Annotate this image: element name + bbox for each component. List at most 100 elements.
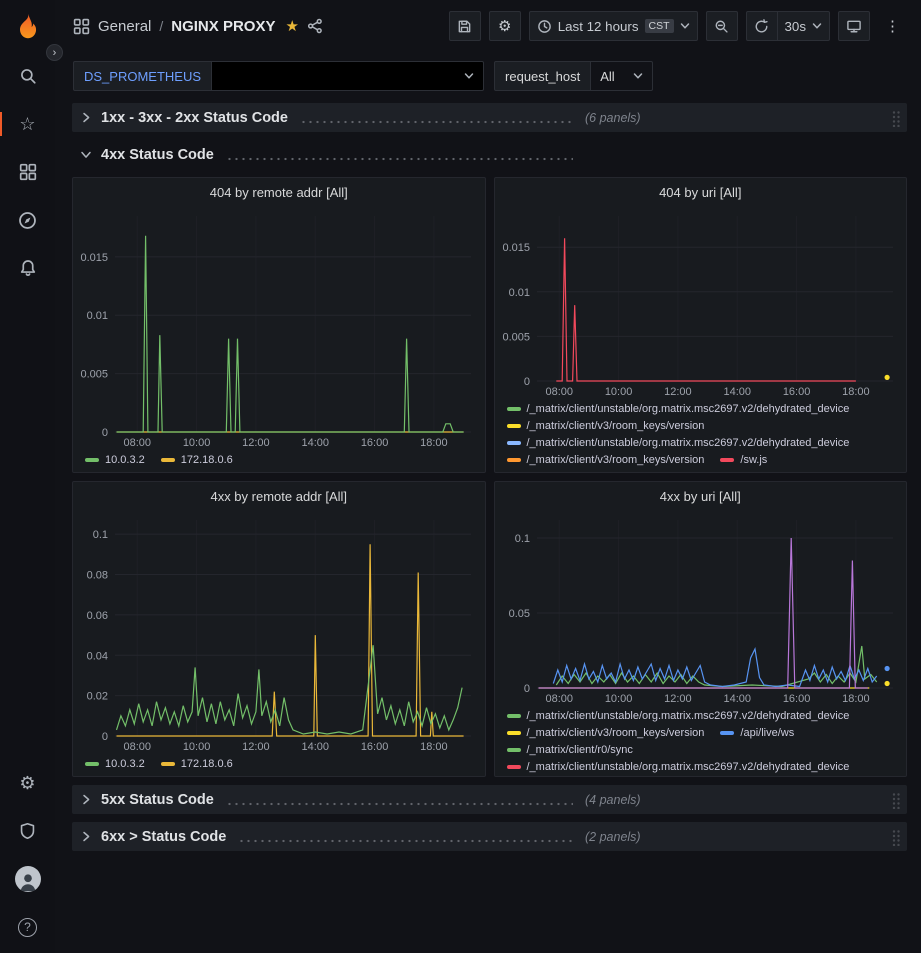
timeseries-chart[interactable]: 08:0010:0012:0014:0016:0018:0000.0050.01… — [495, 206, 907, 401]
row-5xx[interactable]: 5xx Status Code (4 panels) — [72, 785, 907, 814]
legend-item[interactable]: /_matrix/client/unstable/org.matrix.msc2… — [507, 437, 850, 449]
legend-item[interactable]: /_matrix/client/unstable/org.matrix.msc2… — [507, 403, 850, 415]
favorite-star-icon[interactable]: ★ — [285, 17, 298, 35]
row-4xx[interactable]: 4xx Status Code — [72, 140, 907, 169]
series-color-swatch — [507, 765, 521, 769]
variable-ds-dropdown[interactable] — [212, 61, 484, 91]
series-color-swatch — [507, 424, 521, 428]
svg-text:12:00: 12:00 — [664, 386, 692, 398]
grafana-logo-icon[interactable] — [0, 0, 55, 52]
series-label: /_matrix/client/unstable/org.matrix.msc2… — [527, 710, 850, 722]
series-color-swatch — [507, 441, 521, 445]
legend-item[interactable]: /_matrix/client/v3/room_keys/version — [507, 420, 705, 432]
sidebar-expand-chevron-icon[interactable]: › — [46, 44, 63, 61]
breadcrumb-separator: / — [159, 18, 163, 34]
top-toolbar: General / NGINX PROXY ★ ⚙ — [55, 0, 921, 52]
svg-text:0: 0 — [102, 427, 108, 439]
svg-text:18:00: 18:00 — [842, 693, 870, 705]
main-area: General / NGINX PROXY ★ ⚙ — [55, 0, 921, 953]
legend-item[interactable]: 10.0.3.2 — [85, 454, 145, 466]
row-panel-count: (4 panels) — [585, 793, 641, 807]
timeseries-chart[interactable]: 08:0010:0012:0014:0016:0018:0000.020.040… — [73, 510, 485, 756]
refresh-button[interactable] — [746, 11, 778, 41]
refresh-interval-dropdown[interactable]: 30s — [778, 11, 831, 41]
series-label: /api/live/ws — [740, 727, 794, 739]
svg-text:14:00: 14:00 — [301, 437, 329, 449]
legend-item[interactable]: /sw.js — [720, 454, 767, 466]
panel-title[interactable]: 4xx by remote addr [All] — [73, 482, 485, 510]
panel-title[interactable]: 4xx by uri [All] — [495, 482, 907, 510]
legend-item[interactable]: /_matrix/client/unstable/org.matrix.msc2… — [507, 761, 850, 773]
chart-legend: 10.0.3.2 172.18.0.6 — [73, 756, 485, 776]
series-label: 10.0.3.2 — [105, 758, 145, 770]
panel-title[interactable]: 404 by remote addr [All] — [73, 178, 485, 206]
legend-item[interactable]: /_matrix/client/v3/room_keys/version — [507, 454, 705, 466]
variable-request-host: request_host All — [494, 61, 653, 91]
server-admin-gear-icon[interactable]: ⚙ — [0, 759, 55, 807]
gear-icon: ⚙ — [498, 19, 511, 34]
share-icon[interactable] — [307, 18, 323, 34]
timeseries-chart[interactable]: 08:0010:0012:0014:0016:0018:0000.0050.01… — [73, 206, 485, 452]
chevron-down-icon — [80, 149, 93, 161]
save-dashboard-button[interactable] — [449, 11, 481, 41]
row-drag-handle-icon[interactable] — [891, 109, 901, 127]
row-drag-handle-icon[interactable] — [891, 791, 901, 809]
variable-host-value: All — [600, 69, 614, 84]
sidebar-item-explore[interactable] — [0, 196, 55, 244]
svg-text:12:00: 12:00 — [242, 437, 270, 449]
svg-text:16:00: 16:00 — [782, 693, 810, 705]
dashboard-settings-button[interactable]: ⚙ — [489, 11, 521, 41]
zoom-out-button[interactable] — [706, 11, 738, 41]
refresh-icon — [754, 19, 769, 34]
series-color-swatch — [507, 748, 521, 752]
search-icon[interactable] — [0, 52, 55, 100]
variable-host-dropdown[interactable]: All — [591, 61, 652, 91]
apps-grid-icon[interactable] — [73, 18, 90, 35]
monitor-icon — [846, 19, 862, 34]
svg-text:12:00: 12:00 — [242, 741, 270, 753]
star-outline-icon: ☆ — [19, 115, 35, 133]
svg-text:0.015: 0.015 — [80, 252, 108, 264]
chart-legend: 10.0.3.2 172.18.0.6 — [73, 452, 485, 472]
more-options-button[interactable]: ⋮ — [878, 11, 907, 41]
row-6xx[interactable]: 6xx > Status Code (2 panels) — [72, 822, 907, 851]
legend-item[interactable]: /_matrix/client/v3/room_keys/version — [507, 727, 705, 739]
sidebar-item-alerting[interactable] — [0, 244, 55, 292]
legend-item[interactable]: 172.18.0.6 — [161, 454, 233, 466]
row-title: 4xx Status Code — [101, 147, 214, 163]
sidebar-item-dashboards[interactable] — [0, 148, 55, 196]
sidebar-item-starred[interactable]: ☆ — [0, 100, 55, 148]
legend-item[interactable]: 172.18.0.6 — [161, 758, 233, 770]
svg-text:10:00: 10:00 — [183, 741, 211, 753]
legend-item[interactable]: /_matrix/client/r0/sync — [507, 744, 633, 756]
dotted-leader — [226, 157, 573, 161]
svg-text:0.05: 0.05 — [508, 608, 529, 620]
timeseries-chart[interactable]: 08:0010:0012:0014:0016:0018:0000.050.1 — [495, 510, 907, 708]
breadcrumb-section[interactable]: General — [98, 18, 151, 35]
time-range-picker[interactable]: Last 12 hours CST — [529, 11, 698, 41]
user-avatar[interactable] — [0, 855, 55, 903]
svg-text:0.005: 0.005 — [80, 369, 108, 381]
help-icon[interactable]: ? — [0, 903, 55, 951]
panel-title[interactable]: 404 by uri [All] — [495, 178, 907, 206]
row-panel-count: (2 panels) — [585, 830, 641, 844]
tv-mode-button[interactable] — [838, 11, 870, 41]
svg-text:12:00: 12:00 — [664, 693, 692, 705]
page-title[interactable]: NGINX PROXY — [171, 18, 275, 35]
save-icon — [457, 19, 472, 34]
legend-item[interactable]: /_matrix/client/unstable/org.matrix.msc2… — [507, 710, 850, 722]
series-color-swatch — [85, 458, 99, 462]
svg-text:18:00: 18:00 — [420, 437, 448, 449]
chevron-down-icon — [680, 21, 690, 31]
svg-text:0.01: 0.01 — [508, 287, 529, 299]
row-1xx-3xx-2xx[interactable]: 1xx - 3xx - 2xx Status Code (6 panels) — [72, 103, 907, 132]
series-label: /_matrix/client/v3/room_keys/version — [527, 420, 705, 432]
svg-text:18:00: 18:00 — [420, 741, 448, 753]
legend-item[interactable]: 10.0.3.2 — [85, 758, 145, 770]
variables-bar: DS_PROMETHEUS request_host All — [55, 52, 921, 99]
variable-label: DS_PROMETHEUS — [73, 61, 212, 91]
security-shield-icon[interactable] — [0, 807, 55, 855]
svg-text:14:00: 14:00 — [301, 741, 329, 753]
row-drag-handle-icon[interactable] — [891, 828, 901, 846]
legend-item[interactable]: /api/live/ws — [720, 727, 794, 739]
